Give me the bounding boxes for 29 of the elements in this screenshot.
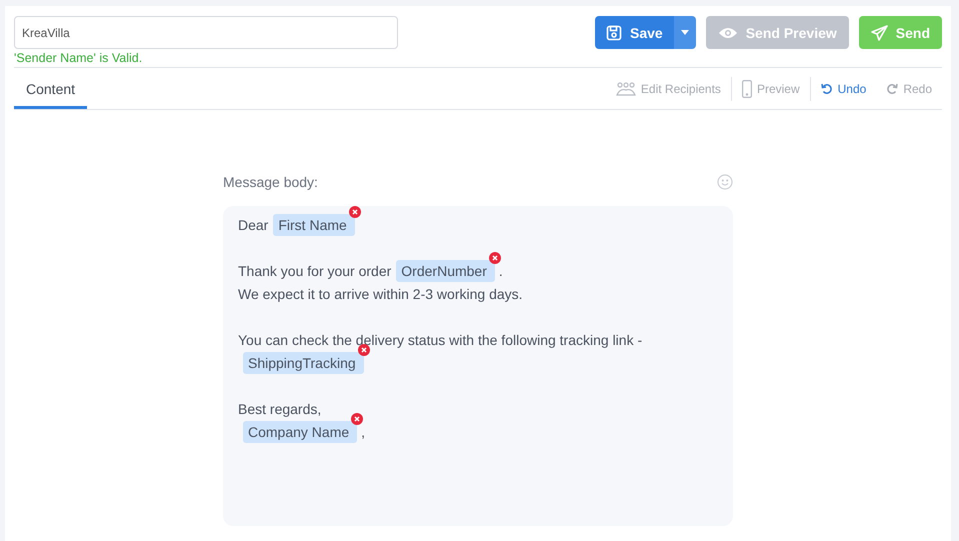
merge-tag[interactable]: ShippingTracking xyxy=(243,352,364,374)
phone-icon xyxy=(742,80,752,98)
message-text: You can check the delivery status with the following tracking link - xyxy=(238,332,642,348)
message-text: Thank you for your order xyxy=(238,263,392,279)
save-options-button[interactable] xyxy=(674,16,696,49)
merge-tag[interactable]: First Name xyxy=(273,214,355,236)
message-text: Dear xyxy=(238,217,268,233)
caret-icon xyxy=(680,30,689,35)
sender-name-field[interactable]: KreaVilla xyxy=(14,16,398,49)
undo-button[interactable]: Undo xyxy=(810,76,876,100)
message-text: , xyxy=(361,424,366,440)
remove-icon[interactable] xyxy=(348,206,361,218)
message-text: . xyxy=(498,263,503,279)
redo-icon xyxy=(886,82,898,94)
validation-message: 'Sender Name' is Valid. xyxy=(14,51,144,65)
message-editor[interactable] xyxy=(223,206,733,526)
merge-tag[interactable]: OrderNumber xyxy=(396,260,495,282)
remove-icon[interactable] xyxy=(488,252,501,264)
paper-plane-icon xyxy=(870,24,888,40)
merge-tag[interactable]: Company Name xyxy=(243,421,358,443)
message-label: Message body: xyxy=(223,174,318,190)
remove-icon[interactable] xyxy=(351,413,364,425)
people-icon xyxy=(616,82,636,96)
save-button[interactable]: Save xyxy=(595,16,674,49)
undo-icon xyxy=(820,82,833,94)
content-tab[interactable]: Content xyxy=(14,68,88,109)
eye-icon xyxy=(718,26,738,40)
message-text: We expect it to arrive within 2-3 working days. xyxy=(238,286,523,302)
message-text: Best regards, xyxy=(238,401,322,417)
